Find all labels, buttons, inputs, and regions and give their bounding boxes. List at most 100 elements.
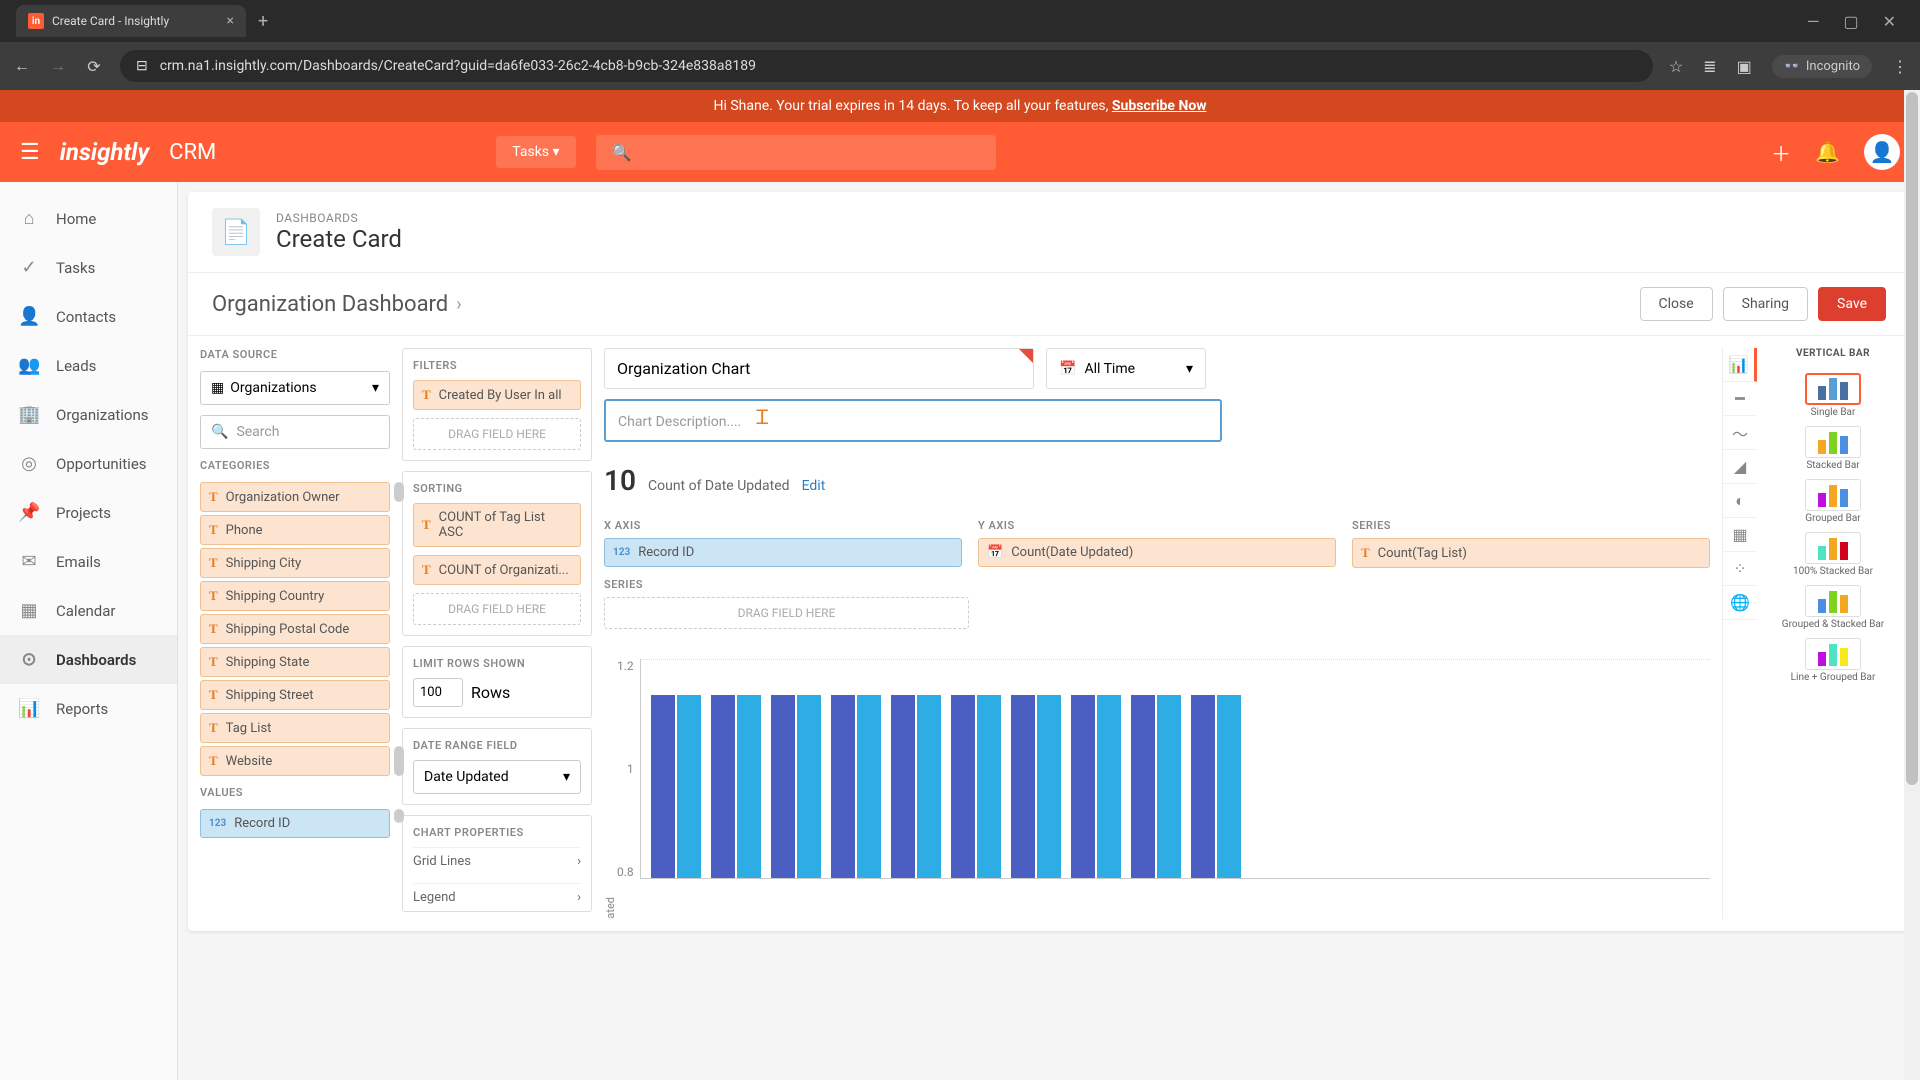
menu-icon[interactable]: ⋮ [1892,57,1908,76]
line-chart-icon[interactable]: 〜 [1723,416,1757,450]
sidebar-item-home[interactable]: ⌂Home [0,194,177,243]
sidebar-item-contacts[interactable]: 👤Contacts [0,292,177,341]
pie-chart-icon[interactable]: ◐ [1723,484,1757,518]
sidebar-item-reports[interactable]: 📊Reports [0,684,177,733]
scatter-icon[interactable]: ⁘ [1723,552,1757,586]
sidebar-item-dashboards[interactable]: ⊙Dashboards [0,635,177,684]
bell-icon[interactable]: 🔔 [1815,140,1840,164]
subscribe-link[interactable]: Subscribe Now [1112,98,1207,114]
chart-type-stacked-bar[interactable]: Stacked Bar [1805,426,1861,471]
bar[interactable] [1097,695,1121,878]
bar[interactable] [1037,695,1061,878]
bar[interactable] [891,695,915,878]
bar[interactable] [1191,695,1215,878]
bar[interactable] [711,695,735,878]
tasks-dropdown[interactable]: Tasks ▾ [496,136,575,168]
close-button[interactable]: Close [1640,287,1713,321]
chart-type-single-bar[interactable]: Single Bar [1805,373,1861,418]
incognito-badge[interactable]: 👓 Incognito [1772,55,1872,78]
chart-description-input[interactable]: Chart Description.... Ꮖ [604,399,1222,442]
bar[interactable] [737,695,761,878]
bar[interactable] [977,695,1001,878]
hamburger-icon[interactable]: ☰ [20,140,40,165]
new-tab-button[interactable]: + [258,11,268,32]
save-button[interactable]: Save [1818,287,1886,321]
bar[interactable] [1217,695,1241,878]
value-field[interactable]: 123Record ID [200,809,390,838]
scroll-up-hint[interactable] [394,482,404,502]
prop-gridlines[interactable]: Grid Lines › [413,847,581,875]
sidebar-item-tasks[interactable]: ✓Tasks [0,243,177,292]
maximize-icon[interactable]: ▢ [1843,12,1858,31]
sidebar-item-emails[interactable]: ✉Emails [0,537,177,586]
close-window-icon[interactable]: ✕ [1883,12,1896,31]
bar[interactable] [651,695,675,878]
bar[interactable] [1011,695,1035,878]
bar[interactable] [1131,695,1155,878]
scroll-hint[interactable] [394,809,404,823]
chart-type-line-grouped-bar[interactable]: Line + Grouped Bar [1791,638,1876,683]
category-field[interactable]: TShipping Postal Code [200,614,390,644]
page-scrollbar[interactable] [1904,90,1920,1080]
scroll-down-hint[interactable] [394,746,404,776]
scrollbar-thumb[interactable] [1906,92,1918,785]
time-range-dropdown[interactable]: 📅 All Time ▾ [1046,348,1206,389]
minimize-icon[interactable]: ― [1807,12,1820,31]
series-field[interactable]: T Count(Tag List) [1352,538,1710,568]
reload-icon[interactable]: ⟳ [84,57,104,76]
bar[interactable] [1157,695,1181,878]
forward-icon[interactable]: → [48,56,68,76]
sorting-drop-zone[interactable]: DRAG FIELD HERE [413,593,581,625]
category-field[interactable]: TTag List [200,713,390,743]
prop-legend[interactable]: Legend › [413,883,581,911]
bar-chart-icon[interactable]: 📊 [1723,348,1757,382]
chart-type--stacked-bar[interactable]: 100% Stacked Bar [1793,532,1873,577]
sidebar-item-projects[interactable]: 📌Projects [0,488,177,537]
chart-title-input[interactable]: Organization Chart [604,348,1034,389]
edit-link[interactable]: Edit [802,478,826,494]
url-input[interactable]: ⊟ crm.na1.insightly.com/Dashboards/Creat… [120,50,1653,82]
sort-field[interactable]: T COUNT of Tag List ASC [413,503,581,547]
back-icon[interactable]: ← [12,56,32,76]
date-range-dropdown[interactable]: Date Updated ▾ [413,760,581,794]
chart-type-grouped-stacked-bar[interactable]: Grouped & Stacked Bar [1782,585,1884,630]
bar[interactable] [771,695,795,878]
filter-field[interactable]: T Created By User In all [413,380,581,410]
category-field[interactable]: TShipping Street [200,680,390,710]
area-chart-icon[interactable]: ◢ [1723,450,1757,484]
browser-tab[interactable]: in Create Card - Insightly × [16,5,246,37]
filters-drop-zone[interactable]: DRAG FIELD HERE [413,418,581,450]
category-field[interactable]: TPhone [200,515,390,545]
add-icon[interactable]: ＋ [1771,138,1791,167]
bar[interactable] [1071,695,1095,878]
global-search[interactable]: 🔍 [596,135,996,170]
bar[interactable] [797,695,821,878]
sidebar-item-calendar[interactable]: ▦Calendar [0,586,177,635]
sidebar-item-organizations[interactable]: 🏢Organizations [0,390,177,439]
globe-icon[interactable]: 🌐 [1723,586,1757,620]
chart-type-grouped-bar[interactable]: Grouped Bar [1805,479,1861,524]
limit-input[interactable] [413,678,463,707]
sidebar-item-leads[interactable]: 👥Leads [0,341,177,390]
site-settings-icon[interactable]: ⊟ [136,58,148,74]
x-axis-field[interactable]: 123 Record ID [604,538,962,567]
horizontal-bar-icon[interactable]: ━ [1723,382,1757,416]
category-field[interactable]: TShipping City [200,548,390,578]
category-field[interactable]: TShipping State [200,647,390,677]
series-drop-zone[interactable]: DRAG FIELD HERE [604,597,969,629]
category-field[interactable]: TOrganization Owner [200,482,390,512]
category-field[interactable]: TWebsite [200,746,390,776]
bar[interactable] [831,695,855,878]
bookmark-icon[interactable]: ☆ [1669,57,1683,76]
y-axis-field[interactable]: 📅 Count(Date Updated) [978,538,1336,567]
close-icon[interactable]: × [227,13,234,29]
panel-icon[interactable]: ▣ [1737,57,1752,76]
reading-list-icon[interactable]: ≣ [1703,57,1716,76]
sharing-button[interactable]: Sharing [1723,287,1808,321]
avatar[interactable]: 👤 [1864,134,1900,170]
bar[interactable] [917,695,941,878]
field-search[interactable]: 🔍 Search [200,415,390,449]
data-source-dropdown[interactable]: ▦ Organizations ▾ [200,371,390,405]
bar[interactable] [951,695,975,878]
category-field[interactable]: TShipping Country [200,581,390,611]
